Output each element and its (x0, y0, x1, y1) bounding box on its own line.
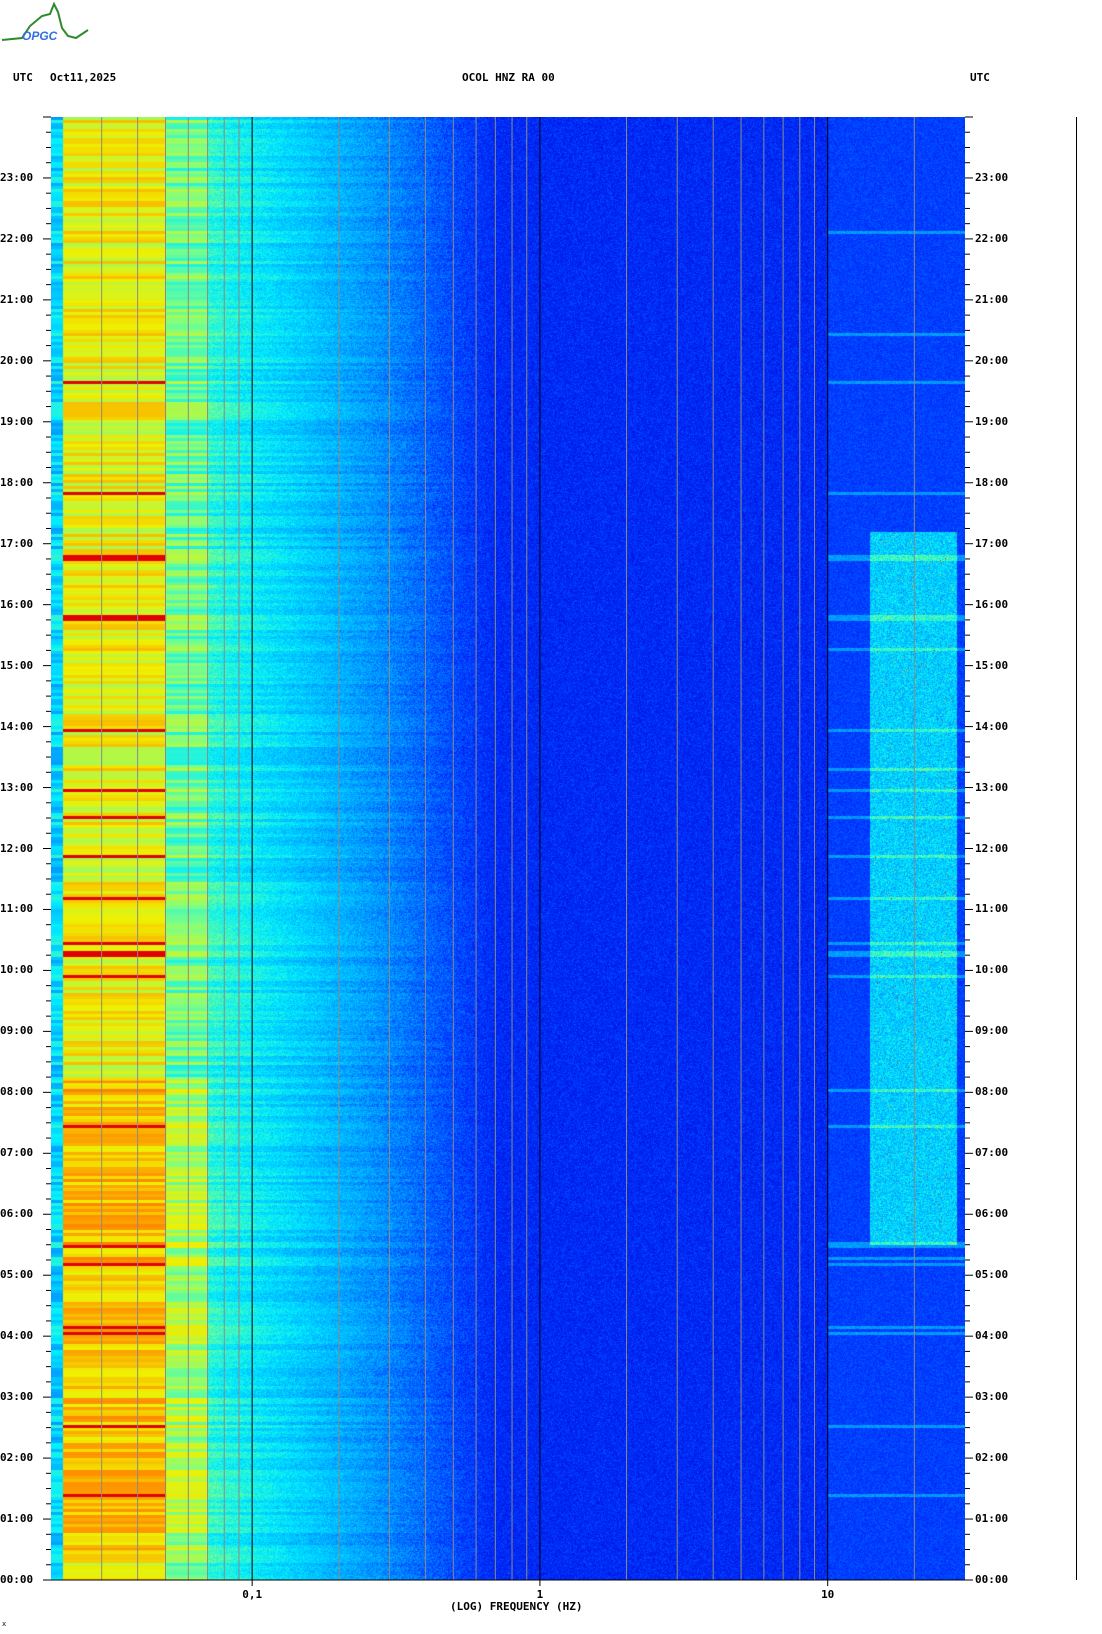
y-tick-label-right: 22:00 (975, 231, 1009, 245)
x-axis-label: (LOG) FREQUENCY (HZ) (450, 1600, 583, 1613)
y-tick-label-left: 05:00 (0, 1268, 34, 1282)
y-tick-label-left: 06:00 (0, 1207, 34, 1221)
y-tick-label-right: 19:00 (975, 414, 1009, 428)
y-tick-label-left: 11:00 (0, 902, 34, 916)
y-tick-label-right: 12:00 (975, 841, 1009, 855)
y-tick-label-right: 17:00 (975, 536, 1009, 550)
y-tick-label-right: 18:00 (975, 475, 1009, 489)
y-tick-label-left: 22:00 (0, 231, 34, 245)
y-tick-label-right: 01:00 (975, 1512, 1009, 1526)
y-tick-label-left: 13:00 (0, 780, 34, 794)
y-tick-label-right: 21:00 (975, 292, 1009, 306)
y-tick-label-right: 09:00 (975, 1024, 1009, 1038)
y-tick-label-left: 03:00 (0, 1390, 34, 1404)
right-border-line (1076, 117, 1077, 1580)
y-tick-label-left: 23:00 (0, 170, 34, 184)
y-tick-label-left: 20:00 (0, 353, 34, 367)
y-tick-label-left: 01:00 (0, 1512, 34, 1526)
y-tick-label-right: 13:00 (975, 780, 1009, 794)
y-tick-label-right: 06:00 (975, 1207, 1009, 1221)
y-tick-label-left: 17:00 (0, 536, 34, 550)
y-tick-label-left: 16:00 (0, 597, 34, 611)
y-tick-label-left: 21:00 (0, 292, 34, 306)
y-tick-label-right: 11:00 (975, 902, 1009, 916)
y-tick-label-right: 15:00 (975, 658, 1009, 672)
y-tick-label-left: 04:00 (0, 1329, 34, 1343)
y-tick-label-left: 19:00 (0, 414, 34, 428)
y-tick-label-left: 18:00 (0, 475, 34, 489)
y-tick-label-right: 23:00 (975, 170, 1009, 184)
y-tick-label-right: 16:00 (975, 597, 1009, 611)
y-tick-label-right: 04:00 (975, 1329, 1009, 1343)
x-tick-label: 0,1 (242, 1588, 263, 1601)
y-tick-label-left: 09:00 (0, 1024, 34, 1038)
y-tick-label-left: 14:00 (0, 719, 34, 733)
y-tick-label-right: 05:00 (975, 1268, 1009, 1282)
y-tick-label-right: 07:00 (975, 1146, 1009, 1160)
y-tick-label-right: 03:00 (975, 1390, 1009, 1404)
axes (43, 116, 973, 1586)
y-tick-label-left: 10:00 (0, 963, 34, 977)
x-tick-label: 10 (821, 1588, 835, 1601)
y-tick-label-left: 12:00 (0, 841, 34, 855)
y-tick-label-right: 02:00 (975, 1451, 1009, 1465)
footer-mark: x (2, 1620, 7, 1628)
y-tick-label-right: 10:00 (975, 963, 1009, 977)
y-tick-label-right: 20:00 (975, 353, 1009, 367)
y-tick-label-left: 07:00 (0, 1146, 34, 1160)
y-tick-label-left: 00:00 (0, 1573, 34, 1586)
y-tick-label-left: 15:00 (0, 658, 34, 672)
y-tick-label-right: 08:00 (975, 1085, 1009, 1099)
y-tick-label-right: 00:00 (975, 1573, 1009, 1586)
y-tick-label-right: 14:00 (975, 719, 1009, 733)
y-tick-label-left: 02:00 (0, 1451, 34, 1465)
y-tick-label-left: 08:00 (0, 1085, 34, 1099)
